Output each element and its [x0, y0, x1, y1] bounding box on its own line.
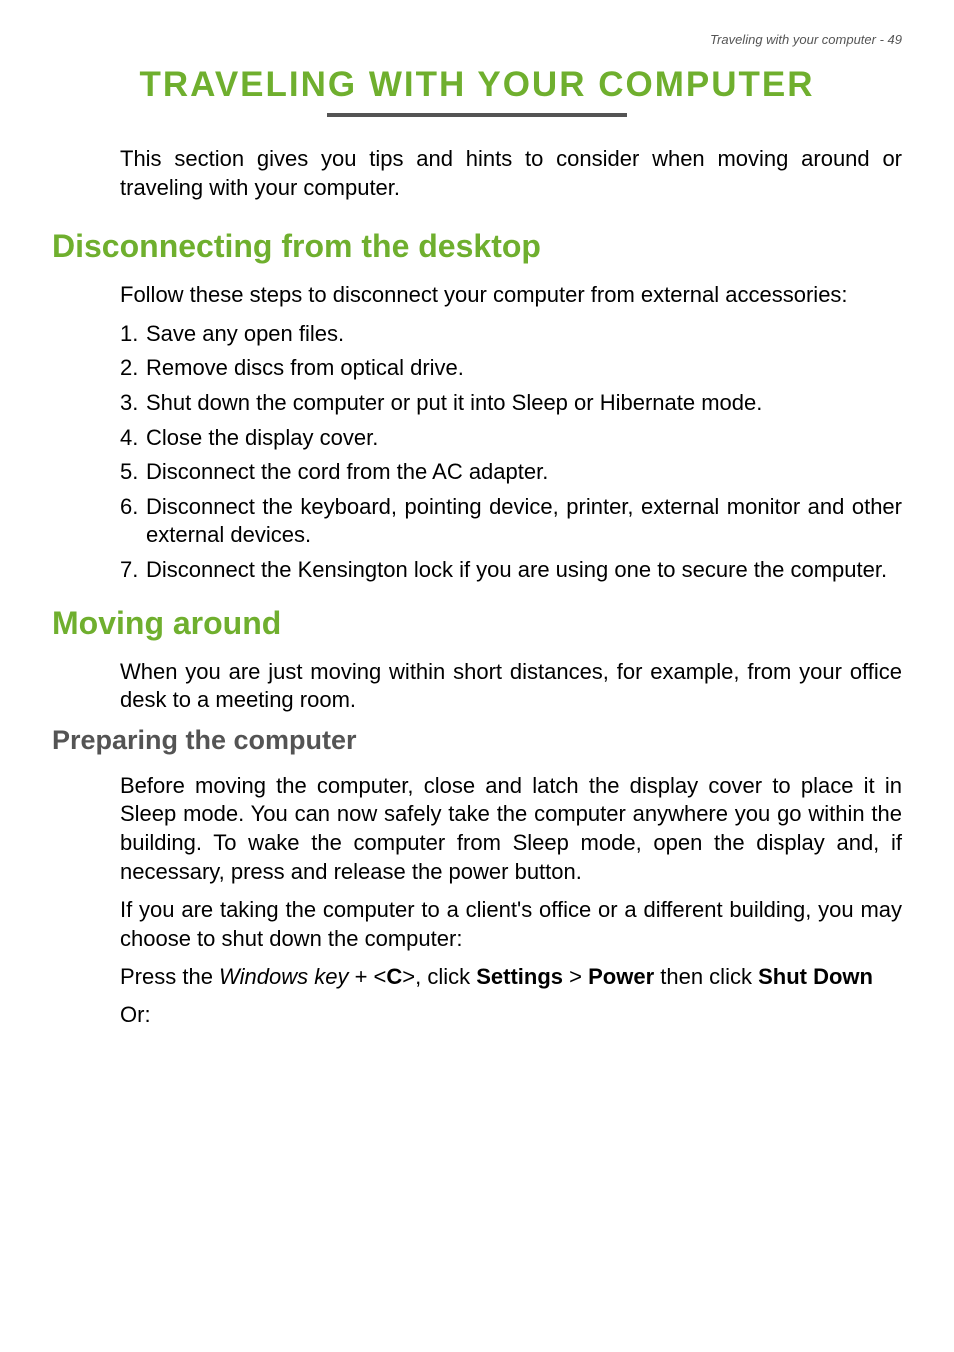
text-prefix: Press the	[120, 964, 219, 989]
list-item: 3. Shut down the computer or put it into…	[120, 389, 902, 418]
text-plus: + <	[348, 964, 386, 989]
list-text: Save any open files.	[146, 320, 902, 349]
windows-key-label: Windows key	[219, 964, 348, 989]
subsection-heading-preparing: Preparing the computer	[52, 725, 902, 756]
text-gt: >, click	[402, 964, 476, 989]
settings-label: Settings	[476, 964, 563, 989]
title-underline	[327, 113, 627, 117]
list-number: 7.	[120, 556, 146, 585]
text-then: then click	[654, 964, 758, 989]
intro-paragraph: This section gives you tips and hints to…	[120, 145, 902, 202]
section2-intro: When you are just moving within short di…	[120, 658, 902, 715]
or-text: Or:	[120, 1002, 902, 1028]
list-item: 7. Disconnect the Kensington lock if you…	[120, 556, 902, 585]
list-number: 1.	[120, 320, 146, 349]
list-number: 5.	[120, 458, 146, 487]
main-title: TRAVELING WITH YOUR COMPUTER	[52, 65, 902, 105]
list-item: 6. Disconnect the keyboard, pointing dev…	[120, 493, 902, 550]
section-heading-disconnecting: Disconnecting from the desktop	[52, 228, 902, 265]
list-number: 3.	[120, 389, 146, 418]
list-number: 6.	[120, 493, 146, 550]
section1-intro: Follow these steps to disconnect your co…	[120, 281, 902, 310]
power-label: Power	[588, 964, 654, 989]
list-number: 2.	[120, 354, 146, 383]
text-gt2: >	[563, 964, 588, 989]
list-text: Shut down the computer or put it into Sl…	[146, 389, 902, 418]
key-c: C	[386, 964, 402, 989]
list-text: Close the display cover.	[146, 424, 902, 453]
list-text: Disconnect the Kensington lock if you ar…	[146, 556, 902, 585]
list-item: 1. Save any open files.	[120, 320, 902, 349]
preparing-paragraph-2: If you are taking the computer to a clie…	[120, 896, 902, 953]
shortcut-instruction: Press the Windows key + <C>, click Setti…	[120, 963, 902, 992]
disconnect-steps-list: 1. Save any open files. 2. Remove discs …	[120, 320, 902, 585]
list-number: 4.	[120, 424, 146, 453]
page-header: Traveling with your computer - 49	[52, 32, 902, 47]
list-text: Disconnect the cord from the AC adapter.	[146, 458, 902, 487]
list-text: Remove discs from optical drive.	[146, 354, 902, 383]
list-item: 2. Remove discs from optical drive.	[120, 354, 902, 383]
list-item: 5. Disconnect the cord from the AC adapt…	[120, 458, 902, 487]
preparing-paragraph-1: Before moving the computer, close and la…	[120, 772, 902, 886]
list-text: Disconnect the keyboard, pointing device…	[146, 493, 902, 550]
section-heading-moving: Moving around	[52, 605, 902, 642]
shutdown-label: Shut Down	[758, 964, 873, 989]
list-item: 4. Close the display cover.	[120, 424, 902, 453]
